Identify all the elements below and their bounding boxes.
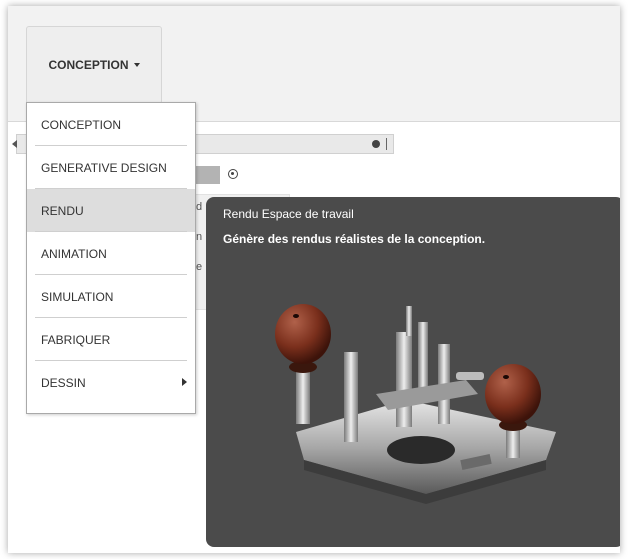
tooltip-description: Génère des rendus réalistes de la concep…	[223, 232, 486, 246]
menu-item-fabriquer[interactable]: FABRIQUER	[27, 318, 195, 361]
menu-item-animation[interactable]: ANIMATION	[27, 232, 195, 275]
workspace-tooltip: Rendu Espace de travail Génère des rendu…	[206, 197, 620, 547]
menu-item-simulation[interactable]: SIMULATION	[27, 275, 195, 318]
router-render-image	[275, 304, 556, 504]
dot-icon[interactable]	[372, 140, 380, 148]
menu-item-conception[interactable]: CONCEPTION	[27, 103, 195, 146]
menu-item-label: GENERATIVE DESIGN	[41, 160, 167, 175]
arrow-left-icon[interactable]	[12, 140, 17, 148]
tooltip-title: Rendu Espace de travail	[223, 207, 354, 221]
menu-item-label: SIMULATION	[41, 289, 114, 304]
menu-item-label: DESSIN	[41, 375, 86, 390]
menu-item-generative-design[interactable]: GENERATIVE DESIGN	[27, 146, 195, 189]
menu-item-label: FABRIQUER	[41, 332, 111, 347]
radio-target-icon[interactable]	[228, 169, 238, 179]
workspace-switcher-label: CONCEPTION	[48, 58, 129, 72]
chevron-right-icon	[182, 378, 187, 386]
menu-item-label: RENDU	[41, 203, 84, 218]
background-text: d	[196, 201, 203, 213]
background-text: n	[196, 231, 203, 243]
menu-item-label: CONCEPTION	[41, 117, 122, 132]
menu-item-dessin[interactable]: DESSIN	[27, 361, 195, 404]
background-text: e	[196, 261, 203, 273]
workspace-dropdown-menu: CONCEPTION GENERATIVE DESIGN RENDU ANIMA…	[26, 102, 196, 414]
workspace-switcher-button[interactable]: CONCEPTION	[26, 26, 162, 104]
color-swatch	[194, 166, 220, 184]
menu-item-rendu[interactable]: RENDU	[27, 189, 195, 232]
caret-down-icon	[133, 63, 140, 67]
menu-item-label: ANIMATION	[41, 246, 107, 261]
divider	[386, 138, 387, 150]
app-window: CONCEPTION d n e CONCEPTION GENERATIVE D…	[8, 6, 620, 553]
